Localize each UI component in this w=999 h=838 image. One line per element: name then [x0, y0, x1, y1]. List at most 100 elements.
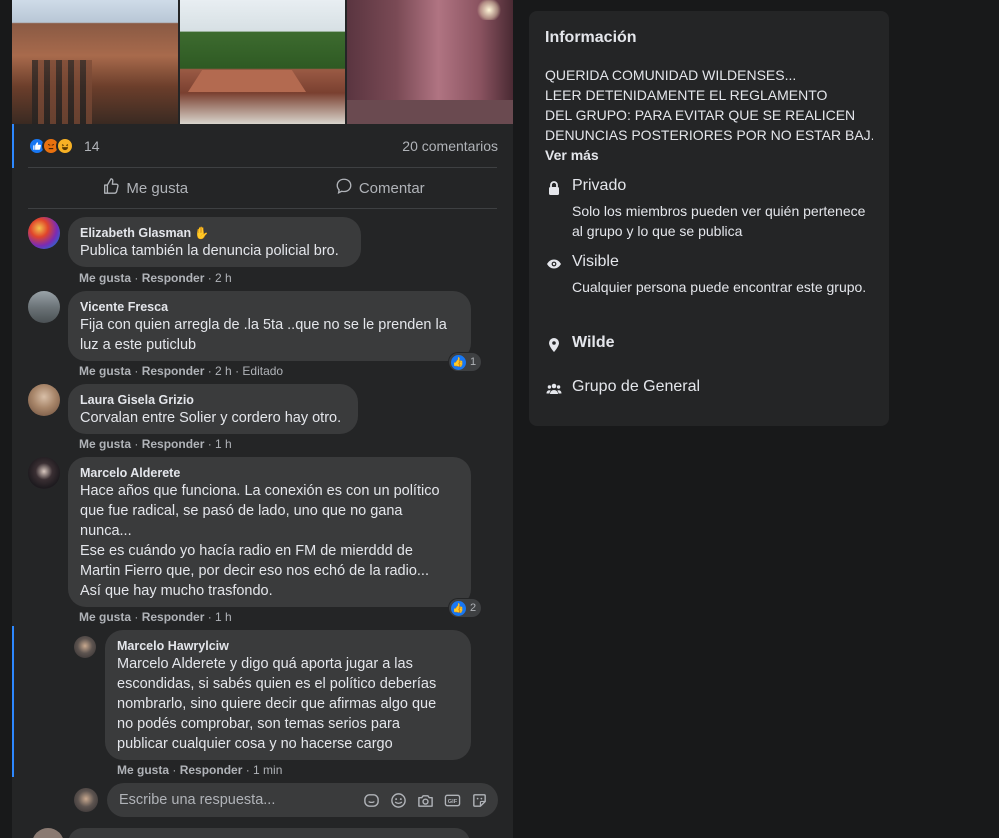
group-info-panel: Información QUERIDA COMUNIDAD WILDENSES.… [529, 11, 889, 426]
comment-button[interactable]: Comentar [263, 168, 498, 208]
avatar[interactable] [28, 457, 60, 489]
avatar[interactable] [28, 384, 60, 416]
comment-author[interactable]: Elizabeth Glasman [80, 226, 191, 240]
location-link[interactable]: Wilde [572, 334, 615, 352]
privacy-title: Privado [572, 177, 627, 194]
reply-author[interactable]: Marcelo Hawrylciw [117, 638, 459, 654]
avatar[interactable] [28, 217, 60, 249]
reply-reply-link[interactable]: Responder [180, 763, 243, 777]
gif-icon[interactable]: GIF [443, 791, 461, 809]
focus-indicator [12, 124, 14, 168]
reply-time[interactable]: 1 min [253, 763, 282, 777]
reply-like-link[interactable]: Me gusta [117, 763, 169, 777]
like-icon: 👍 [451, 354, 466, 370]
privacy-subtitle: Solo los miembros pueden ver quién perte… [572, 203, 866, 239]
comment-item: Marcelo Alderete Hace años que funciona.… [28, 457, 498, 625]
reactions-summary: 14 20 comentarios [28, 134, 498, 158]
comment-item: Elizabeth Glasman ✋ Publica también la de… [28, 217, 498, 287]
comment-bubble: Marcelo Alderete Hace años que funciona.… [68, 457, 471, 607]
comment-item: Vicente Fresca Fija con quien arregla de… [28, 291, 498, 381]
avatar[interactable] [28, 291, 60, 323]
description-line: DENUNCIAS POSTERIORES POR NO ESTAR BAJ..… [545, 127, 873, 143]
reply-composer: GIF [74, 783, 498, 817]
comment-icon [335, 177, 353, 199]
info-title: Información [545, 29, 637, 46]
comment-like-link[interactable]: Me gusta [79, 271, 131, 285]
reply-meta: Me gusta · Responder · 1 min [117, 763, 283, 777]
svg-text:GIF: GIF [447, 798, 457, 804]
comment-item: Laura Gisela Grizio Corvalan entre Solie… [28, 384, 498, 452]
comment-text: Hace años que funciona. La conexión es c… [80, 483, 440, 599]
edited-label: Editado [242, 364, 284, 378]
comment-author[interactable]: Laura Gisela Grizio [80, 392, 346, 408]
comment-bubble: Laura Gisela Grizio Corvalan entre Solie… [68, 384, 358, 434]
comment-text: Fija con quien arregla de .la 5ta ..que … [80, 317, 447, 353]
comment-time[interactable]: 1 h [215, 610, 232, 624]
comment-likes-count: 1 [470, 356, 477, 368]
visibility-title: Visible [572, 253, 619, 270]
avatar[interactable] [74, 788, 98, 812]
comment-like-link[interactable]: Me gusta [79, 610, 131, 624]
comment-reaction-badge[interactable]: 👍 1 [449, 353, 482, 371]
comment-reply-link[interactable]: Responder [142, 610, 205, 624]
comment-like-link[interactable]: Me gusta [79, 364, 131, 378]
comment-reaction-badge[interactable]: 👍 2 [449, 599, 482, 617]
post-photo[interactable] [12, 0, 178, 124]
comment-bubble: Elizabeth Glasman ✋ Publica también la de… [68, 217, 361, 267]
comment-author[interactable]: Vicente Fresca [80, 299, 459, 315]
comment-author[interactable]: Marcelo Alderete [80, 465, 459, 481]
comment-time[interactable]: 2 h [215, 364, 232, 378]
comment-reply-link[interactable]: Responder [142, 437, 205, 451]
comment-button-label: Comentar [358, 179, 425, 197]
camera-icon[interactable] [416, 791, 434, 809]
description-line: DEL GRUPO: PARA EVITAR QUE SE REALICEN [545, 107, 856, 123]
thread-indicator [12, 626, 14, 777]
haha-icon[interactable] [56, 137, 74, 155]
eye-icon [545, 255, 563, 273]
visibility-subtitle: Cualquier persona puede encontrar este g… [572, 279, 867, 295]
comment-meta: Me gusta · Responder · 1 h [79, 437, 232, 451]
lock-icon [545, 179, 563, 197]
see-more-link[interactable]: Ver más [545, 147, 873, 163]
comment-meta: Me gusta · Responder · 1 h [79, 610, 232, 624]
sticker-face-icon[interactable] [470, 791, 488, 809]
comment-meta: Me gusta · Responder · 2 h · Editado [79, 364, 284, 378]
comment-time[interactable]: 1 h [215, 437, 232, 451]
like-button[interactable]: Me gusta [28, 168, 263, 208]
comment-meta: Me gusta · Responder · 2 h [79, 271, 232, 285]
description-line: LEER DETENIDAMENTE EL REGLAMENTO [545, 87, 828, 103]
wave-icon: ✋ [194, 226, 210, 240]
comment-reply-link[interactable]: Responder [142, 271, 205, 285]
visibility-info: Visible Cualquier persona puede encontra… [545, 253, 875, 317]
reply-bubble: Marcelo Hawrylciw Marcelo Alderete y dig… [105, 630, 471, 760]
comment-likes-count: 2 [470, 602, 477, 614]
thumbs-up-icon [102, 177, 120, 199]
privacy-info: Privado Solo los miembros pueden ver qui… [545, 177, 875, 241]
reply-text: Marcelo Alderete y digo quá aporta jugar… [117, 656, 437, 752]
comment-bubble [68, 828, 470, 838]
avatar[interactable] [74, 636, 96, 658]
emoji-icon[interactable] [389, 791, 407, 809]
post-photo[interactable] [347, 0, 513, 124]
location-info: Wilde [545, 334, 875, 358]
group-icon [545, 380, 563, 398]
location-pin-icon [545, 336, 563, 354]
reply-item: Marcelo Hawrylciw Marcelo Alderete y dig… [74, 630, 498, 780]
comment-like-link[interactable]: Me gusta [79, 437, 131, 451]
sticker-icon[interactable] [362, 791, 380, 809]
comments-count-link[interactable]: 20 comentarios [402, 138, 498, 154]
photo-grid [12, 0, 513, 124]
post-card: 14 20 comentarios Me gusta Comentar Eliz… [12, 0, 513, 838]
comment-reply-link[interactable]: Responder [142, 364, 205, 378]
post-photo[interactable] [180, 0, 345, 124]
description-line: QUERIDA COMUNIDAD WILDENSES... [545, 67, 797, 83]
like-icon: 👍 [451, 600, 466, 616]
composer-tools: GIF [362, 791, 488, 809]
comment-text: Publica también la denuncia policial bro… [80, 243, 339, 259]
post-actions: Me gusta Comentar [28, 167, 497, 209]
category-info: Grupo de General [545, 378, 875, 402]
group-description: QUERIDA COMUNIDAD WILDENSES... LEER DETE… [545, 65, 873, 145]
reactions-count[interactable]: 14 [84, 138, 100, 154]
category-label: Grupo de General [572, 378, 701, 395]
comment-time[interactable]: 2 h [215, 271, 232, 285]
